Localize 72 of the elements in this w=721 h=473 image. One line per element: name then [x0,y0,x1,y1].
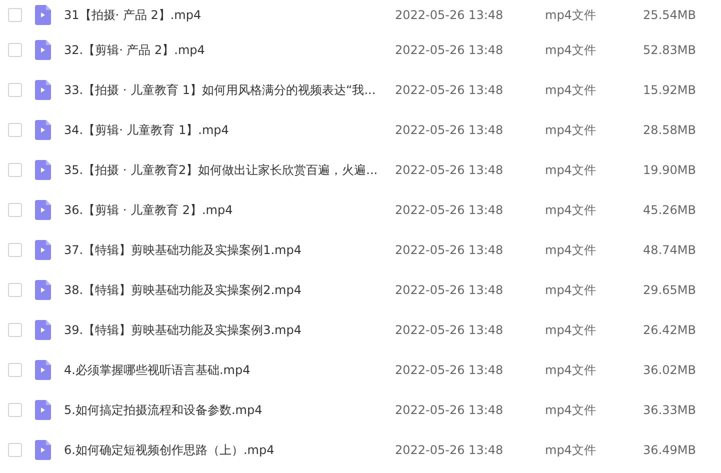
file-size: 25.54MB [643,8,696,22]
file-size: 36.33MB [643,403,696,417]
modified-date: 2022-05-26 13:48 [395,443,504,457]
file-size: 26.42MB [643,323,696,337]
file-type: mp4文件 [545,203,596,217]
file-type: mp4文件 [545,443,596,457]
file-type: mp4文件 [545,323,596,337]
checkbox[interactable] [8,443,22,457]
video-file-icon [35,360,51,380]
file-name[interactable]: 36.【剪辑 · 儿童教育 2】.mp4 [64,203,233,217]
file-size: 15.92MB [643,83,696,97]
video-file-icon [35,120,51,140]
modified-date: 2022-05-26 13:48 [395,8,504,22]
file-type: mp4文件 [545,83,596,97]
file-size: 45.26MB [643,203,696,217]
file-type: mp4文件 [545,243,596,257]
modified-date: 2022-05-26 13:48 [395,163,504,177]
file-name[interactable]: 33.【拍摄 · 儿童教育 1】如何用风格满分的视频表达“我... [64,83,376,97]
file-type: mp4文件 [545,403,596,417]
file-name[interactable]: 34.【剪辑· 儿童教育 1】.mp4 [64,123,229,137]
modified-date: 2022-05-26 13:48 [395,363,504,377]
modified-date: 2022-05-26 13:48 [395,203,504,217]
file-type: mp4文件 [545,8,596,22]
modified-date: 2022-05-26 13:48 [395,83,504,97]
modified-date: 2022-05-26 13:48 [395,43,504,57]
video-file-icon [35,40,51,60]
file-type: mp4文件 [545,363,596,377]
file-name[interactable]: 6.如何确定短视频创作思路（上）.mp4 [64,443,274,457]
file-name[interactable]: 35.【拍摄 · 儿童教育2】如何做出让家长欣赏百遍，火遍... [64,163,378,177]
modified-date: 2022-05-26 13:48 [395,243,504,257]
video-file-icon [35,80,51,100]
modified-date: 2022-05-26 13:48 [395,123,504,137]
video-file-icon [35,280,51,300]
file-name[interactable]: 31【拍摄· 产品 2】.mp4 [64,8,202,22]
file-size: 52.83MB [643,43,696,57]
checkbox[interactable] [8,123,22,137]
file-size: 29.65MB [643,283,696,297]
file-type: mp4文件 [545,123,596,137]
checkbox[interactable] [8,43,22,57]
video-file-icon [35,400,51,420]
video-file-icon [35,440,51,460]
file-size: 48.74MB [643,243,696,257]
file-size: 36.02MB [643,363,696,377]
video-file-icon [35,240,51,260]
checkbox[interactable] [8,243,22,257]
modified-date: 2022-05-26 13:48 [395,323,504,337]
checkbox[interactable] [8,283,22,297]
video-file-icon [35,160,51,180]
file-name[interactable]: 4.必须掌握哪些视听语言基础.mp4 [64,363,250,377]
file-name[interactable]: 32.【剪辑· 产品 2】.mp4 [64,43,205,57]
file-name[interactable]: 38.【特辑】剪映基础功能及实操案例2.mp4 [64,283,302,297]
checkbox[interactable] [8,363,22,377]
file-name[interactable]: 39.【特辑】剪映基础功能及实操案例3.mp4 [64,323,302,337]
file-type: mp4文件 [545,283,596,297]
checkbox[interactable] [8,8,22,22]
video-file-icon [35,320,51,340]
video-file-icon [35,5,51,25]
file-name[interactable]: 37.【特辑】剪映基础功能及实操案例1.mp4 [64,243,302,257]
checkbox[interactable] [8,163,22,177]
checkbox[interactable] [8,203,22,217]
file-size: 19.90MB [643,163,696,177]
file-size: 28.58MB [643,123,696,137]
file-size: 36.49MB [643,443,696,457]
checkbox[interactable] [8,403,22,417]
modified-date: 2022-05-26 13:48 [395,403,504,417]
file-type: mp4文件 [545,163,596,177]
video-file-icon [35,200,51,220]
file-type: mp4文件 [545,43,596,57]
modified-date: 2022-05-26 13:48 [395,283,504,297]
file-name[interactable]: 5.如何搞定拍摄流程和设备参数.mp4 [64,403,262,417]
checkbox[interactable] [8,83,22,97]
checkbox[interactable] [8,323,22,337]
